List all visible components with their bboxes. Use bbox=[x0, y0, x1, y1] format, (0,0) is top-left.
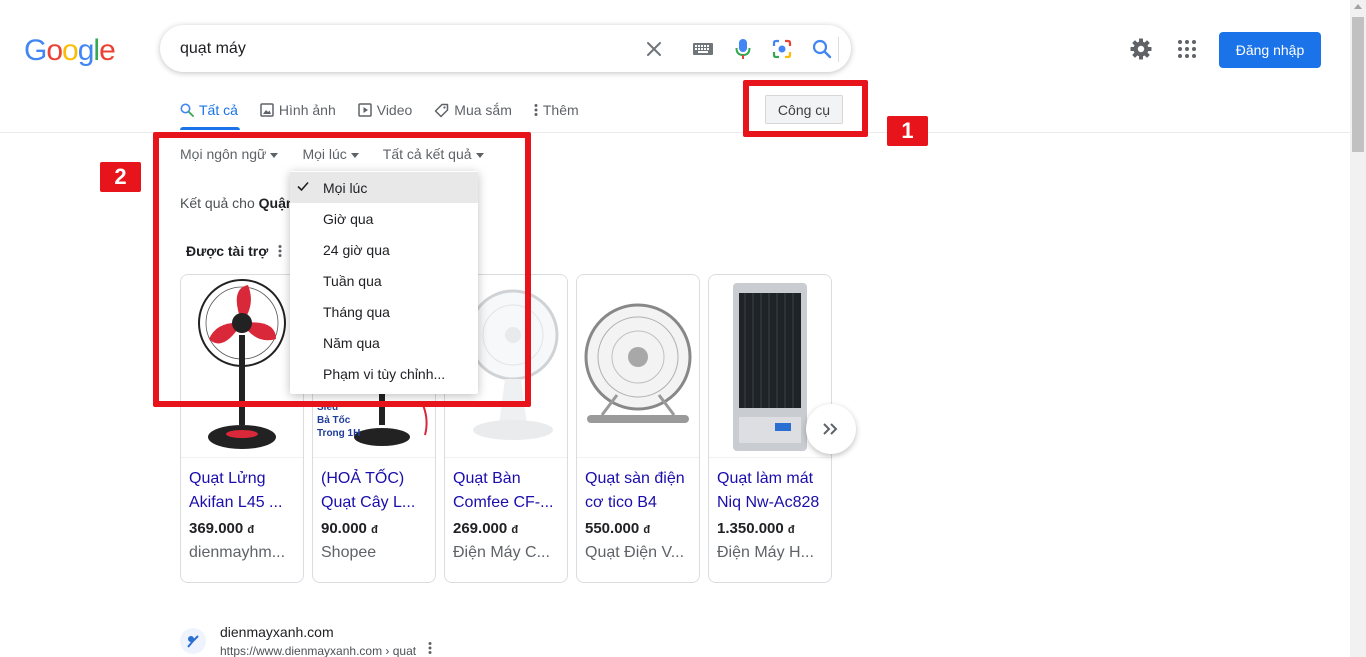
price-value: 1.350.000 bbox=[717, 520, 784, 537]
scrollbar-thumb[interactable] bbox=[1352, 17, 1364, 152]
page-scrollbar[interactable] bbox=[1350, 0, 1366, 657]
annotation-box-1 bbox=[743, 80, 868, 137]
search-icon[interactable] bbox=[809, 36, 835, 62]
double-chevron-right-icon bbox=[823, 423, 838, 435]
tab-label: Tất cả bbox=[199, 102, 238, 118]
more-vert-icon[interactable] bbox=[428, 641, 432, 657]
product-price: 550.000 đ bbox=[585, 520, 650, 537]
image-text-line: Bả Tốc bbox=[317, 415, 351, 426]
active-tab-indicator bbox=[180, 127, 240, 130]
annotation-badge-1: 1 bbox=[887, 116, 928, 146]
price-currency: đ bbox=[643, 524, 651, 536]
product-title: Quạt sàn điện cơ tico B4 bbox=[585, 470, 685, 511]
tab-images[interactable]: Hình ảnh bbox=[260, 98, 336, 122]
result-site-name[interactable]: dienmayxanh.com bbox=[220, 624, 334, 640]
product-image bbox=[577, 275, 699, 458]
product-seller: Quạt Điện V... bbox=[585, 544, 685, 561]
price-value: 90.000 bbox=[321, 520, 367, 537]
product-seller: Shopee bbox=[321, 544, 377, 561]
keyboard-icon[interactable] bbox=[690, 36, 716, 62]
product-title: Quạt Lửng Akifan L45 ... bbox=[189, 470, 283, 511]
annotation-badge-2: 2 bbox=[100, 162, 141, 192]
tab-label: Video bbox=[376, 102, 413, 118]
logo-letter: g bbox=[77, 34, 95, 67]
image-text-line: Trong 1H bbox=[317, 428, 361, 439]
clear-icon[interactable] bbox=[641, 36, 667, 62]
price-value: 269.000 bbox=[453, 520, 508, 537]
product-title: Quạt Bàn Comfee CF-... bbox=[453, 470, 554, 511]
product-price: 369.000 đ bbox=[189, 520, 254, 537]
result-url[interactable]: https://www.dienmayxanh.com › quat bbox=[220, 644, 416, 657]
tab-label: Hình ảnh bbox=[278, 102, 336, 118]
signin-button[interactable]: Đăng nhập bbox=[1219, 32, 1321, 68]
price-value: 369.000 bbox=[189, 520, 244, 537]
price-value: 550.000 bbox=[585, 520, 640, 537]
image-icon bbox=[260, 103, 274, 117]
search-input[interactable] bbox=[180, 37, 620, 61]
product-title: Quạt làm mát Niq Nw-Ac828 bbox=[717, 470, 820, 511]
product-seller: Điện Máy H... bbox=[717, 544, 814, 561]
play-icon bbox=[357, 103, 372, 117]
logo-letter: o bbox=[46, 34, 63, 67]
product-price: 1.350.000 đ bbox=[717, 520, 795, 537]
tab-video[interactable]: Video bbox=[357, 98, 413, 122]
google-logo[interactable]: Google bbox=[24, 34, 116, 68]
tab-label: Thêm bbox=[542, 102, 579, 118]
search-tabs: Tất cả Hình ảnh Video Mua sắm Thêm bbox=[180, 98, 579, 122]
scroll-up-arrow-icon[interactable] bbox=[1354, 4, 1362, 9]
microphone-icon[interactable] bbox=[730, 36, 756, 62]
apps-grid-icon[interactable] bbox=[1175, 37, 1199, 61]
price-currency: đ bbox=[371, 524, 378, 536]
search-box bbox=[160, 25, 851, 72]
price-currency: đ bbox=[511, 524, 519, 536]
site-favicon-icon bbox=[180, 628, 206, 654]
gear-icon[interactable] bbox=[1129, 37, 1153, 61]
search-divider bbox=[838, 37, 839, 62]
product-card[interactable]: Quạt sàn điện cơ tico B4 550.000 đ Quạt … bbox=[576, 274, 700, 583]
product-price: 269.000 đ bbox=[453, 520, 518, 537]
carousel-next-button[interactable] bbox=[806, 404, 856, 454]
tab-more[interactable]: Thêm bbox=[534, 98, 579, 122]
tab-shopping[interactable]: Mua sắm bbox=[434, 98, 512, 122]
logo-letter: o bbox=[62, 34, 79, 67]
product-seller: dienmayhm... bbox=[189, 544, 286, 561]
product-title: (HOẢ TỐC) Quạt Cây L... bbox=[321, 470, 416, 511]
tab-label: Mua sắm bbox=[454, 102, 512, 118]
search-icon bbox=[180, 103, 194, 117]
logo-letter: G bbox=[24, 34, 47, 67]
product-seller: Điện Máy C... bbox=[453, 544, 550, 561]
annotation-box-2 bbox=[153, 132, 531, 407]
tab-all[interactable]: Tất cả bbox=[180, 98, 238, 122]
camera-lens-icon[interactable] bbox=[769, 36, 795, 62]
logo-letter: e bbox=[99, 34, 116, 67]
tag-icon bbox=[435, 103, 449, 117]
more-vert-icon bbox=[534, 104, 538, 116]
price-currency: đ bbox=[247, 524, 255, 536]
product-price: 90.000 đ bbox=[321, 520, 378, 537]
price-currency: đ bbox=[787, 524, 795, 536]
